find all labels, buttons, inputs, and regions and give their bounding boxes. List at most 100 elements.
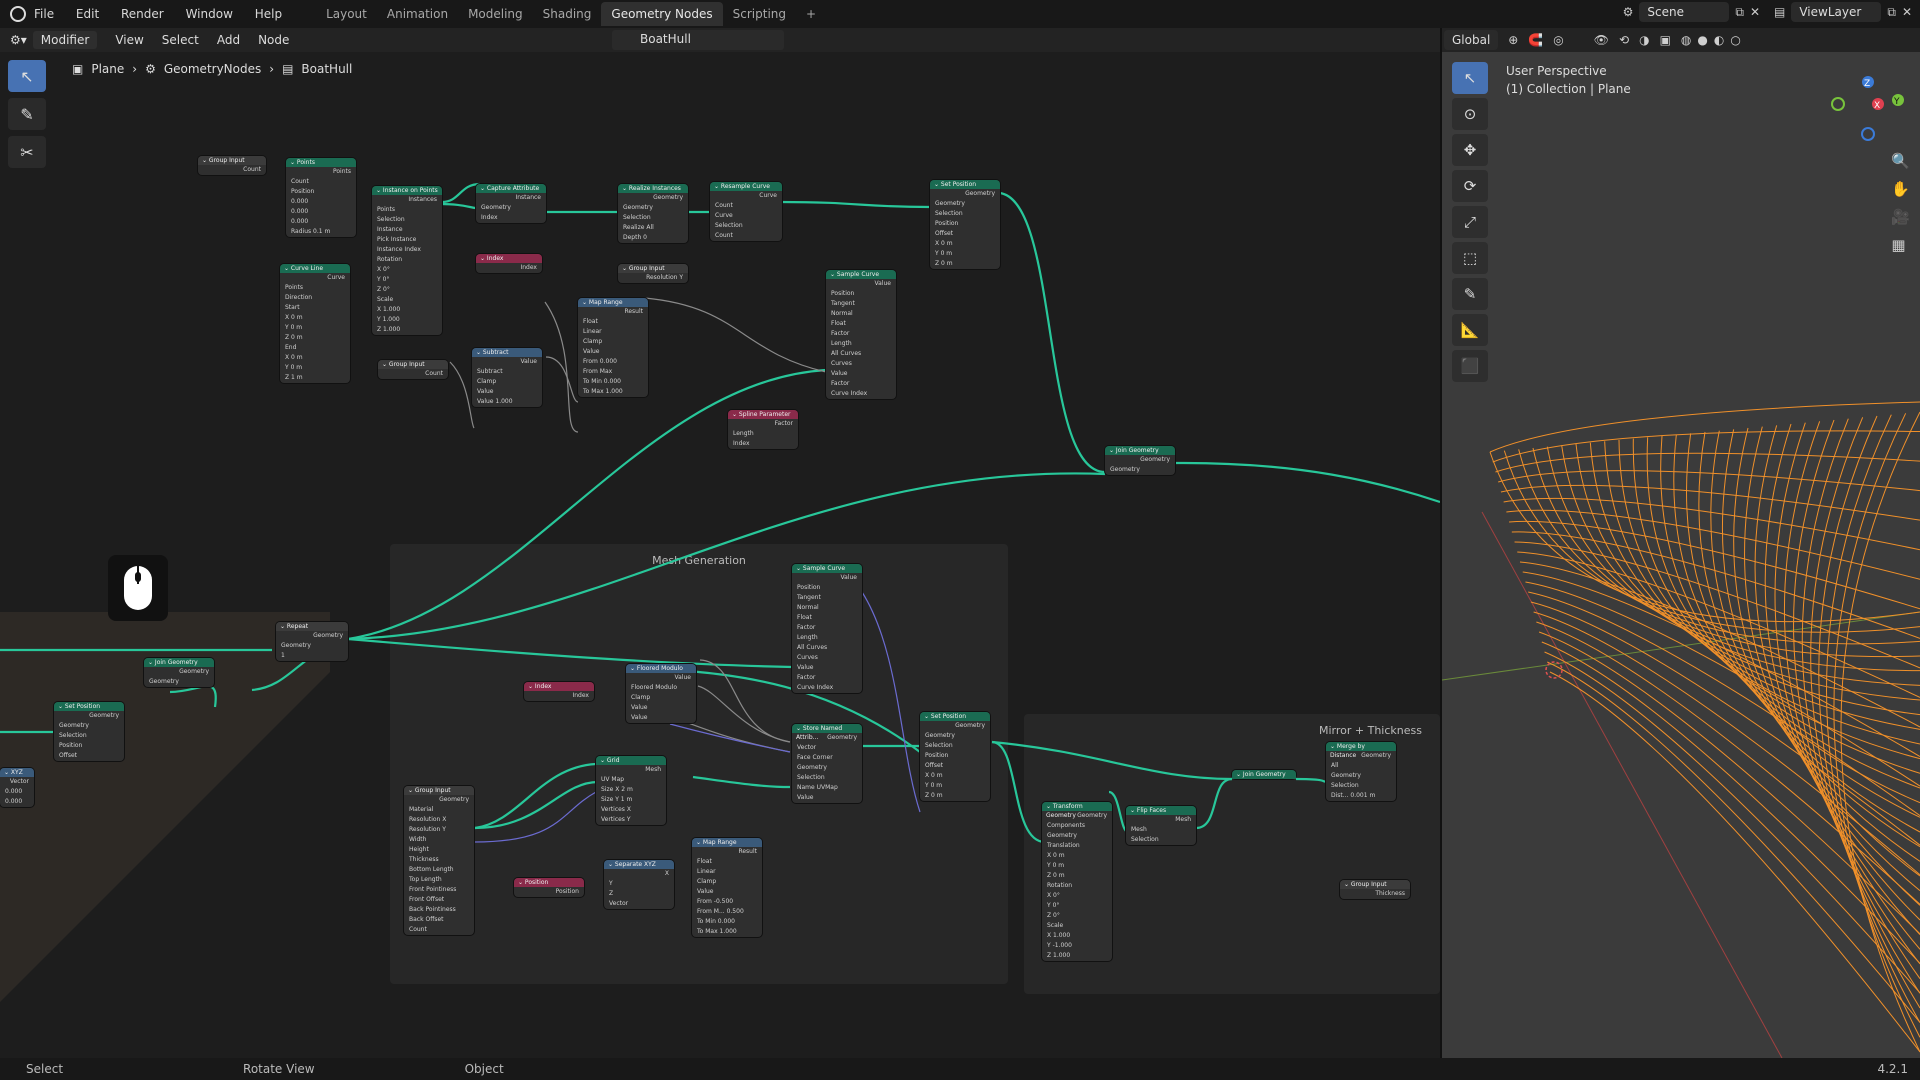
node-socket-row[interactable]: Y 0 m [930,249,1000,259]
node-group-input-1[interactable]: ⌄ Group Input Count [198,156,266,175]
node-socket-row[interactable]: 0.000 [0,797,34,807]
node-socket-row[interactable]: Curve Index [826,389,896,399]
node-socket-row[interactable]: Scale [372,295,442,305]
node-socket-row[interactable]: Value [826,279,896,289]
node-socket-row[interactable]: All [1326,761,1396,771]
node-socket-row[interactable]: Instance [476,193,546,203]
node-socket-row[interactable]: Result [578,307,648,317]
node-socket-row[interactable]: Selection [710,221,782,231]
solid-shading-icon[interactable]: ● [1697,33,1707,47]
pan-hand-icon[interactable]: ✋ [1891,180,1910,198]
node-socket-row[interactable]: Vector [0,777,34,787]
node-socket-row[interactable]: Z 0 m [280,333,350,343]
node-socket-row[interactable]: Value [826,369,896,379]
gizmo-icon[interactable]: ⟲ [1619,33,1629,47]
node-socket-row[interactable]: 0.000 [286,197,356,207]
node-socket-row[interactable]: Geometry [930,199,1000,209]
node-socket-row[interactable]: Float [826,319,896,329]
new-view-layer-icon[interactable]: ⧉ [1887,5,1896,20]
node-socket-row[interactable]: Points [286,167,356,177]
node-socket-row[interactable]: Subtract [472,367,542,377]
node-socket-row[interactable]: Selection [920,741,990,751]
node-socket-row[interactable]: Points [372,205,442,215]
node-socket-row[interactable]: Radius 0.1 m [286,227,356,237]
node-socket-row[interactable]: Geometry [144,677,214,687]
menu-edit[interactable]: Edit [76,7,99,21]
overlay-icon[interactable]: ◑ [1639,33,1649,47]
node-socket-row[interactable]: Thickness [1340,889,1410,899]
material-shading-icon[interactable]: ◐ [1714,33,1724,47]
node-header[interactable]: ⌄ Group Input [1340,880,1410,889]
node-header[interactable]: ⌄ Points [286,158,356,167]
node-spline-parameter[interactable]: ⌄ Spline Parameter Factor Length Index [728,410,798,449]
editor-type-icon[interactable]: ⚙▾ [10,33,27,47]
node-socket-row[interactable]: Index [476,263,542,273]
node-socket-row[interactable]: Position [792,583,862,593]
node-socket-row[interactable]: Rotation [1042,881,1112,891]
node-socket-row[interactable]: Selection [372,215,442,225]
node-socket-row[interactable]: Z 0° [372,285,442,295]
node-socket-row[interactable]: Curve [710,191,782,201]
node-header[interactable]: ⌄ Set Position [930,180,1000,189]
camera-view-icon[interactable]: 🎥 [1891,208,1910,226]
node-header[interactable]: ⌄ Subtract [472,348,542,357]
node-socket-row[interactable]: Geometry [1105,465,1175,475]
node-socket-row[interactable]: Rotation [372,255,442,265]
node-socket-row[interactable]: Factor [826,379,896,389]
node-socket-row[interactable]: Position [514,887,584,897]
node-socket-row[interactable]: Tangent [792,593,862,603]
node-socket-row[interactable]: Pick Instance [372,235,442,245]
node-socket-row[interactable]: Float [792,613,862,623]
node-socket-row[interactable]: Instance [372,225,442,235]
node-socket-row[interactable]: Geometry [54,711,124,721]
node-index-2[interactable]: ⌄ Index Index [524,682,594,701]
node-header[interactable]: ⌄ Transform Geometry [1042,802,1112,819]
node-socket-row[interactable]: Vector [604,899,674,909]
node-socket-row[interactable]: Position [286,187,356,197]
node-socket-row[interactable]: Geometry [54,721,124,731]
node-socket-row[interactable]: Clamp [692,877,762,887]
tab-modeling[interactable]: Modeling [458,2,533,26]
node-subtract[interactable]: ⌄ Subtract Value Subtract Clamp Value Value 1… [472,348,542,407]
node-flip-faces[interactable]: ⌄ Flip Faces Mesh Mesh Selection [1126,806,1196,845]
scene-icon[interactable]: ⚙ [1623,5,1634,19]
node-socket-row[interactable]: Float [578,317,648,327]
node-socket-row[interactable]: Floored Modulo [626,683,696,693]
node-socket-row[interactable]: Direction [280,293,350,303]
node-header[interactable]: ⌄ Map Range [692,838,762,847]
menu-view[interactable]: View [115,33,143,47]
node-socket-row[interactable]: Count [378,369,448,379]
node-points[interactable]: ⌄ Points Points Count Position 0.000 0.000 0.0… [286,158,356,237]
node-socket-row[interactable]: To Max 1.000 [692,927,762,937]
node-header[interactable]: ⌄ Join Geometry [1105,446,1175,455]
node-transform-geometry[interactable]: ⌄ Transform Geometry Geometry Components Ge… [1042,802,1112,961]
node-header[interactable]: ⌄ Capture Attribute [476,184,546,193]
node-store-named-attribute[interactable]: ⌄ Store Named Attrib... Geometry Vector Fac… [792,724,862,803]
node-set-position-2[interactable]: ⌄ Set Position Geometry Geometry Selection P… [54,702,124,761]
node-socket-row[interactable]: Back Pointiness [404,905,474,915]
node-socket-row[interactable]: Mesh [1126,815,1196,825]
node-socket-row[interactable]: Z 1 m [280,373,350,383]
node-socket-row[interactable]: Z 0 m [930,259,1000,269]
tab-geometry-nodes[interactable]: Geometry Nodes [601,2,723,26]
node-socket-row[interactable]: Realize All [618,223,688,233]
node-socket-row[interactable]: Top Length [404,875,474,885]
rendered-shading-icon[interactable]: ○ [1730,33,1740,47]
node-socket-row[interactable]: X 1.000 [372,305,442,315]
node-socket-row[interactable]: Tangent [826,299,896,309]
new-scene-icon[interactable]: ⧉ [1735,5,1744,20]
node-socket-row[interactable]: Result [692,847,762,857]
node-socket-row[interactable]: Value [472,387,542,397]
node-socket-row[interactable]: X 0 m [280,313,350,323]
node-header[interactable]: ⌄ Resample Curve [710,182,782,191]
node-realize-instances[interactable]: ⌄ Realize Instances Geometry Geometry Selec… [618,184,688,243]
node-socket-row[interactable]: Count [286,177,356,187]
node-socket-row[interactable]: Offset [930,229,1000,239]
node-tree-selector[interactable]: BoatHull [612,30,784,50]
node-socket-row[interactable]: Selection [54,731,124,741]
orientation-dropdown[interactable]: Global [1444,30,1499,50]
node-socket-row[interactable]: Scale [1042,921,1112,931]
node-socket-row[interactable]: Position [826,289,896,299]
node-socket-row[interactable]: Factor [728,419,798,429]
node-socket-row[interactable]: Offset [54,751,124,761]
